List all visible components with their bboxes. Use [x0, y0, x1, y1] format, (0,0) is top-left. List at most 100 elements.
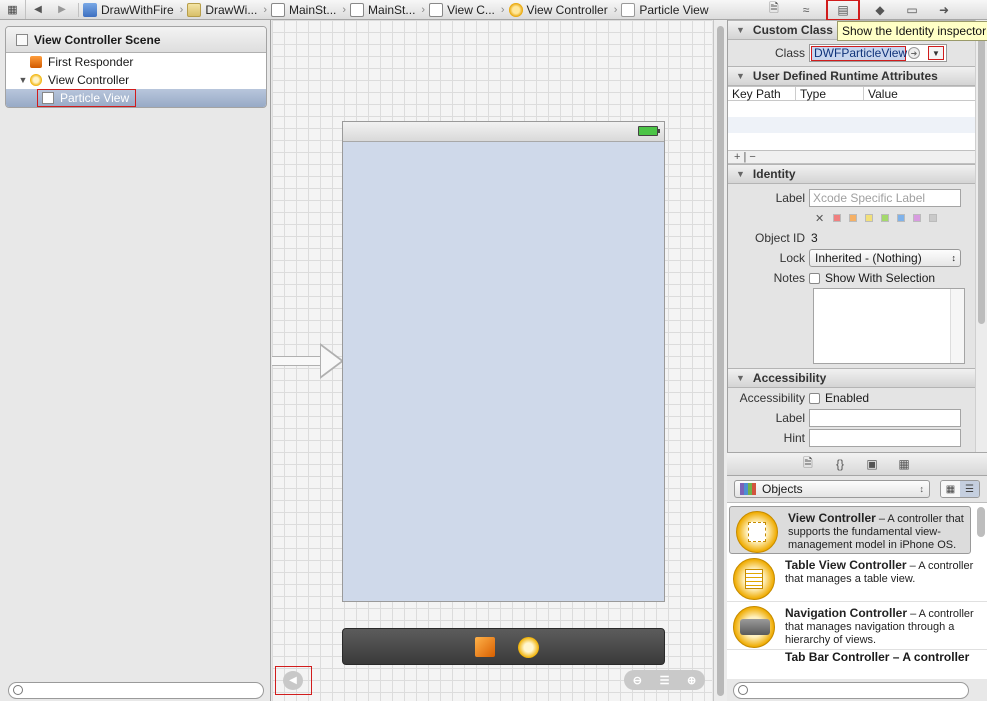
- forward-arrow-icon[interactable]: ▶: [50, 0, 74, 19]
- notes-textarea[interactable]: [813, 288, 965, 364]
- canvas-scrollbar[interactable]: [713, 20, 727, 701]
- breadcrumb-folder[interactable]: DrawWi... ›: [187, 2, 271, 17]
- disclosure-triangle-icon[interactable]: ▼: [16, 75, 30, 85]
- library-item-navigation-controller[interactable]: Navigation Controller – A controller tha…: [727, 602, 987, 650]
- view-controller-icon[interactable]: [518, 637, 539, 658]
- accessibility-header[interactable]: ▼ Accessibility: [728, 368, 987, 388]
- identity-inspector-tooltip: Show the Identity inspector: [837, 21, 987, 41]
- breadcrumb-view-controller[interactable]: View Controller ›: [508, 2, 622, 17]
- scrollbar-thumb[interactable]: [717, 26, 724, 696]
- initial-scene-arrow[interactable]: [272, 356, 324, 366]
- add-remove-buttons[interactable]: + | −: [734, 151, 756, 163]
- particle-view-canvas[interactable]: [342, 121, 665, 602]
- accessibility-enabled-checkbox[interactable]: [809, 392, 820, 404]
- navigation-controller-icon: [733, 606, 775, 648]
- file-inspector-icon[interactable]: 🗎: [765, 1, 783, 18]
- accessibility-label-row: Label: [728, 408, 987, 428]
- column-key-path[interactable]: Key Path: [728, 87, 796, 101]
- storyboard-icon: [350, 2, 365, 17]
- disclosure-triangle-icon[interactable]: ▼: [736, 169, 745, 179]
- accessibility-label-label: Label: [775, 411, 805, 425]
- back-arrow-icon[interactable]: ◀: [26, 0, 50, 19]
- breadcrumb-scene[interactable]: View C... ›: [429, 2, 508, 17]
- outline-item-particle-view[interactable]: Particle View: [6, 89, 266, 107]
- library-item-view-controller[interactable]: View Controller – A controller that supp…: [729, 506, 971, 554]
- notes-scrollbar[interactable]: [950, 289, 964, 363]
- hint-input[interactable]: [809, 429, 961, 447]
- column-type[interactable]: Type: [796, 87, 864, 101]
- connections-inspector-icon[interactable]: ➜: [935, 2, 953, 18]
- library-item-text: View Controller – A controller that supp…: [788, 511, 964, 552]
- disclosure-triangle-icon[interactable]: ▼: [736, 71, 745, 81]
- swatch-yellow[interactable]: [865, 214, 873, 222]
- swatch-red[interactable]: [833, 214, 841, 222]
- outline-filter-field[interactable]: [8, 682, 264, 699]
- identity-inspector-icon[interactable]: ▤: [826, 0, 860, 21]
- object-id-value: 3: [811, 231, 818, 245]
- zoom-in-icon[interactable]: ⊕: [687, 674, 696, 687]
- identity-header[interactable]: ▼ Identity: [728, 164, 987, 184]
- lock-popup[interactable]: Inherited - (Nothing) ↕: [809, 249, 961, 267]
- notes-row: Notes Show With Selection: [728, 268, 987, 288]
- code-snippet-library-icon[interactable]: {}: [831, 457, 849, 471]
- library-item-tab-bar-controller[interactable]: Tab Bar Controller – A controller: [727, 650, 987, 664]
- zoom-out-icon[interactable]: ⊖: [633, 674, 642, 687]
- swatch-purple[interactable]: [913, 214, 921, 222]
- simulated-status-bar: [343, 122, 664, 142]
- enabled-label: Enabled: [825, 391, 870, 405]
- scene-header[interactable]: View Controller Scene: [6, 27, 266, 53]
- file-template-library-icon[interactable]: 🗎: [799, 454, 817, 475]
- scrollbar-thumb[interactable]: [978, 24, 985, 324]
- disclosure-triangle-icon[interactable]: ▼: [736, 373, 745, 383]
- related-files-grid-icon[interactable]: ▦: [0, 0, 26, 19]
- accessibility-label-input[interactable]: [809, 409, 961, 427]
- lock-row: Lock Inherited - (Nothing) ↕: [728, 248, 987, 268]
- swatch-gray[interactable]: [929, 214, 937, 222]
- class-dropdown-icon[interactable]: ▼: [928, 46, 944, 60]
- popup-arrows-icon: ↕: [951, 253, 957, 263]
- list-view-icon[interactable]: ☰: [960, 481, 979, 497]
- breadcrumb-particle-view[interactable]: Particle View: [621, 2, 712, 17]
- class-name-input[interactable]: DWFParticleView: [811, 45, 907, 61]
- column-value[interactable]: Value: [864, 87, 964, 101]
- go-to-class-arrow-icon[interactable]: ➜: [908, 47, 920, 59]
- attributes-inspector-icon[interactable]: ◆: [871, 2, 889, 18]
- show-with-selection-checkbox[interactable]: [809, 272, 820, 284]
- panel-divider[interactable]: [270, 20, 271, 701]
- library-category-select[interactable]: Objects ↕: [734, 480, 930, 498]
- first-responder-icon[interactable]: [475, 637, 495, 657]
- class-label: Class: [774, 46, 805, 60]
- swatch-orange[interactable]: [849, 214, 857, 222]
- object-library-icon[interactable]: ▣: [863, 457, 881, 471]
- class-field[interactable]: DWFParticleView ➜ ▼: [809, 44, 947, 62]
- outline-item-first-responder[interactable]: First Responder: [6, 53, 266, 71]
- show-outline-button[interactable]: ◀: [283, 671, 303, 690]
- runtime-attributes-table[interactable]: Key Path Type Value: [728, 86, 987, 150]
- zoom-actual-icon[interactable]: ☰: [660, 674, 670, 687]
- quick-help-icon[interactable]: ≈: [797, 2, 815, 18]
- xcode-label-input[interactable]: Xcode Specific Label: [809, 189, 961, 207]
- initial-scene-arrow-head-fill: [321, 346, 341, 376]
- runtime-attributes-header[interactable]: ▼ User Defined Runtime Attributes: [728, 66, 987, 86]
- disclosure-triangle-icon[interactable]: ▼: [736, 25, 745, 35]
- search-icon: [738, 685, 748, 695]
- chevron-right-icon: ›: [263, 3, 268, 16]
- view-placeholder-icon: [748, 522, 766, 542]
- library-item-table-view-controller[interactable]: Table View Controller – A controller tha…: [727, 554, 987, 602]
- grid-view-icon[interactable]: ▦: [941, 481, 960, 497]
- swatch-green[interactable]: [881, 214, 889, 222]
- library-item-name: Navigation Controller: [785, 606, 908, 620]
- inspector-scrollbar[interactable]: [975, 20, 987, 452]
- library-filter-field[interactable]: [733, 682, 969, 699]
- media-library-icon[interactable]: ▦: [895, 457, 913, 471]
- size-inspector-icon[interactable]: ▭: [903, 2, 921, 18]
- library-scrollbar[interactable]: [977, 507, 985, 537]
- identity-inspector: ▼ Custom Class Class DWFParticleView ➜ ▼ …: [727, 20, 987, 452]
- no-color-icon[interactable]: ✕: [815, 212, 825, 225]
- swatch-blue[interactable]: [897, 214, 905, 222]
- breadcrumb-project[interactable]: DrawWithFire ›: [83, 2, 187, 17]
- breadcrumb-storyboard[interactable]: MainSt... ›: [271, 2, 350, 17]
- outline-item-view-controller[interactable]: ▼ View Controller: [6, 71, 266, 89]
- chevron-right-icon: ›: [179, 3, 184, 16]
- breadcrumb-storyboard-base[interactable]: MainSt... ›: [350, 2, 429, 17]
